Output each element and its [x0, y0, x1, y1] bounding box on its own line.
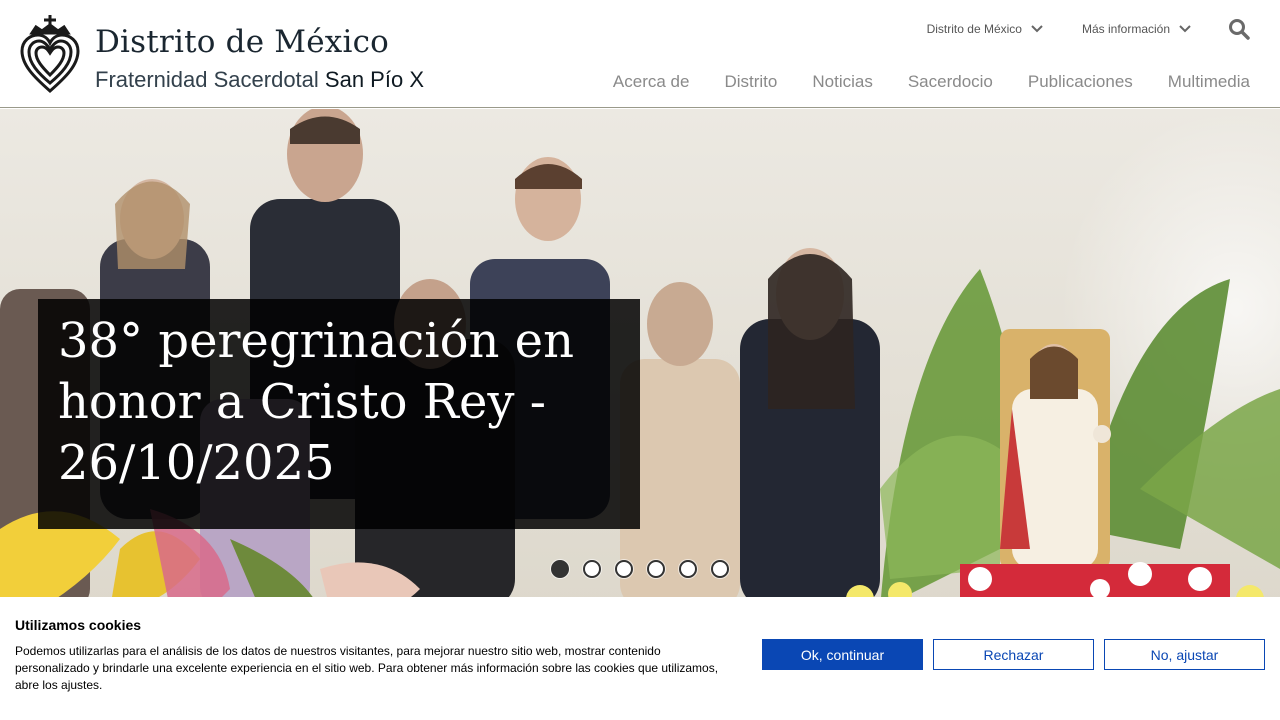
utility-nav: Distrito de México Más información: [889, 18, 1250, 40]
subtitle-saint: San Pío X: [324, 67, 424, 92]
main-nav: Acerca de Distrito Noticias Sacerdocio P…: [578, 72, 1250, 92]
slider-dot[interactable]: [615, 560, 633, 578]
sacred-heart-logo-icon[interactable]: [18, 13, 82, 95]
slider-dot[interactable]: [647, 560, 665, 578]
slide-caption[interactable]: 38° peregrinación en honor a Cristo Rey …: [38, 299, 640, 529]
slider-pagination: [551, 560, 743, 578]
nav-item-acerca-de[interactable]: Acerca de: [613, 72, 690, 92]
nav-item-multimedia[interactable]: Multimedia: [1168, 72, 1250, 92]
cookie-description: Podemos utilizarlas para el análisis de …: [15, 644, 719, 692]
more-info-dropdown[interactable]: Más información: [1082, 22, 1192, 36]
site-header: Distrito de México Fraternidad Sacerdota…: [0, 0, 1280, 108]
chevron-down-icon: [1031, 25, 1043, 33]
site-title[interactable]: Distrito de México: [95, 24, 389, 60]
slider-dot[interactable]: [711, 560, 729, 578]
slider-dot[interactable]: [583, 560, 601, 578]
cookie-banner: Utilizamos cookies Podemos utilizarlas p…: [0, 597, 1280, 720]
reject-cookies-button[interactable]: Rechazar: [933, 639, 1094, 670]
chevron-down-icon: [1179, 25, 1191, 33]
accept-cookies-button[interactable]: Ok, continuar: [762, 639, 923, 670]
nav-item-noticias[interactable]: Noticias: [812, 72, 872, 92]
slide-caption-title: 38° peregrinación en honor a Cristo Rey …: [58, 313, 574, 491]
site-subtitle[interactable]: Fraternidad Sacerdotal San Pío X: [95, 67, 424, 93]
cookie-title: Utilizamos cookies: [15, 617, 142, 633]
search-icon[interactable]: [1228, 18, 1250, 40]
district-dropdown-label: Distrito de México: [926, 22, 1022, 36]
cookie-settings-button[interactable]: No, ajustar: [1104, 639, 1265, 670]
district-dropdown[interactable]: Distrito de México: [927, 22, 1044, 36]
slider-dot[interactable]: [551, 560, 569, 578]
slider-dot[interactable]: [679, 560, 697, 578]
subtitle-fraternity: Fraternidad Sacerdotal: [95, 67, 319, 92]
hero-slider[interactable]: 38° peregrinación en honor a Cristo Rey …: [0, 109, 1280, 609]
nav-item-publicaciones[interactable]: Publicaciones: [1028, 72, 1133, 92]
nav-item-sacerdocio[interactable]: Sacerdocio: [908, 72, 993, 92]
nav-item-distrito[interactable]: Distrito: [724, 72, 777, 92]
more-info-dropdown-label: Más información: [1081, 22, 1170, 36]
